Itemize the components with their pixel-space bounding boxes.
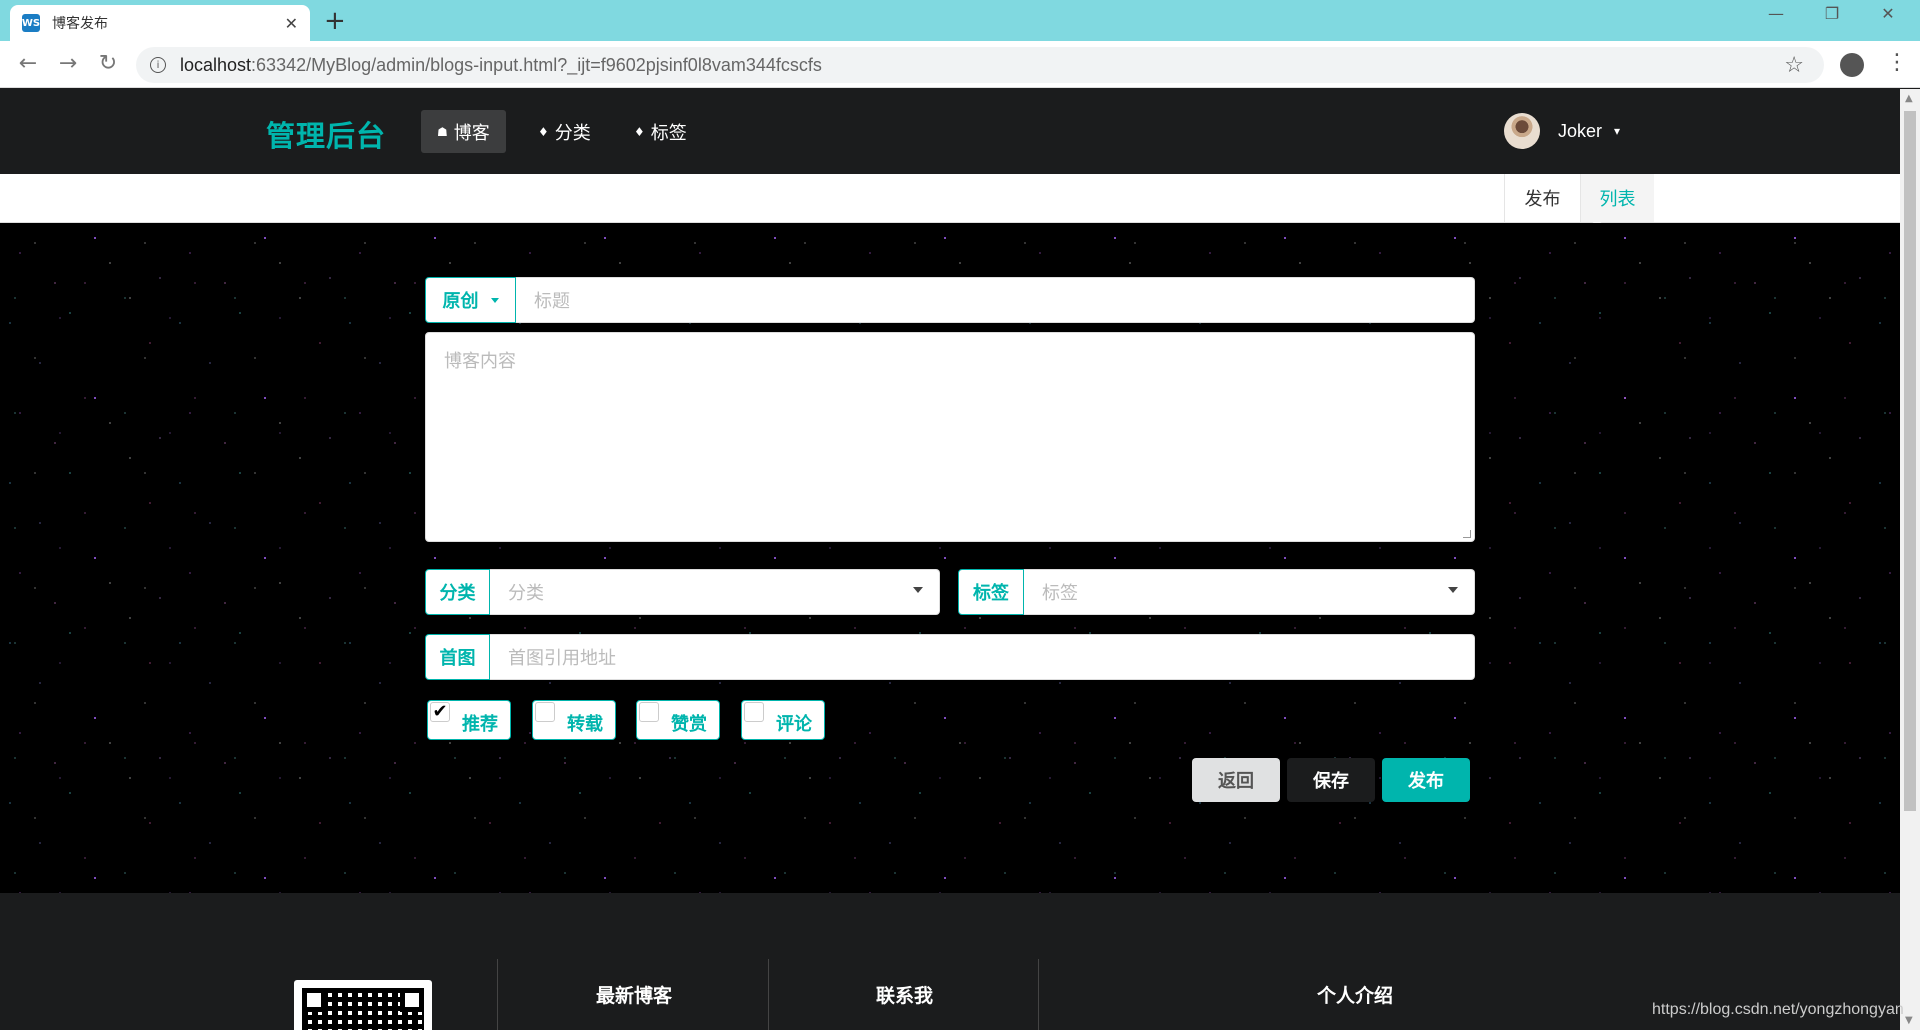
user-dropdown[interactable]: Joker ▾ [1504,113,1620,149]
tab-close-icon[interactable]: ✕ [285,14,298,33]
tab-publish[interactable]: 发布 [1504,174,1580,222]
forward-arrow-icon[interactable]: → [54,51,82,76]
csdn-watermark: https://blog.csdn.net/yongzhongyan [1652,1001,1904,1018]
content-textarea[interactable]: 博客内容 [425,332,1475,542]
starfield-background [0,223,1900,893]
back-arrow-icon[interactable]: ← [14,51,42,76]
cover-url-input[interactable]: 首图引用地址 [490,634,1475,680]
scroll-up-icon[interactable]: ▲ [1905,93,1913,104]
window-close-icon[interactable]: ✕ [1868,4,1908,23]
nav-item-label: 博客 [453,122,490,144]
page-scrollbar[interactable]: ▲ ▼ [1900,89,1920,1030]
nav-item-label: 标签 [650,122,687,144]
checkbox-square-icon[interactable] [639,702,659,722]
category-tag-row: 分类 分类 标签 标签 [425,569,1475,615]
checkbox-label: 评论 [776,714,812,735]
user-name: Joker [1558,120,1603,141]
brand-title[interactable]: 管理后台 [266,113,386,155]
secondary-menu: 发布 列表 [0,174,1900,223]
tag-select[interactable]: 标签 [1024,569,1475,615]
url-host: localhost [180,54,252,75]
footer-divider [1038,959,1039,1030]
type-dropdown[interactable]: 原创 [425,277,516,323]
checkbox-recommend[interactable]: ✔ 推荐 [427,700,511,740]
resize-handle-icon[interactable] [1463,530,1471,538]
title-input[interactable]: 标题 [516,277,1475,323]
tab-list[interactable]: 列表 [1580,174,1654,222]
footer-latest-heading: 最新博客 [596,985,673,1007]
address-bar: ← → ↻ i localhost:63342/MyBlog/admin/blo… [0,41,1920,88]
avatar [1504,113,1540,149]
footer-divider [497,959,498,1030]
save-button[interactable]: 保存 [1287,758,1375,802]
site-navbar: 管理后台 ☗ 博客 ♦ 分类 ♦ 标签 Joker ▾ [0,89,1900,174]
category-placeholder: 分类 [508,583,544,604]
nav-item-label: 分类 [554,122,591,144]
action-row [425,847,1475,891]
tag-label: 标签 [958,569,1024,615]
tag-placeholder: 标签 [1042,583,1078,604]
caret-down-icon: ▾ [1614,124,1621,138]
browser-tab[interactable]: WS 博客发布 ✕ [10,5,310,41]
cover-label: 首图 [425,634,490,680]
category-label: 分类 [425,569,490,615]
url-input[interactable]: i localhost:63342/MyBlog/admin/blogs-inp… [136,47,1824,83]
new-tab-icon[interactable]: + [324,6,346,36]
nav-item-category[interactable]: ♦ 分类 [522,110,607,153]
type-label: 原创 [442,291,479,312]
reload-icon[interactable]: ↻ [94,51,122,76]
nav-item-tags[interactable]: ♦ 标签 [618,110,703,153]
url-path: :63342/MyBlog/admin/blogs-input.html?_ij… [251,54,822,75]
footer-divider [768,959,769,1030]
checkbox-label: 赞赏 [671,714,707,735]
checkbox-comments[interactable]: 评论 [741,700,825,740]
footer-about-heading: 个人介绍 [1317,985,1394,1007]
scroll-down-icon[interactable]: ▼ [1905,1015,1913,1026]
qr-code-image [294,980,432,1030]
idea-icon: ♦ [538,124,549,139]
browser-menu-icon[interactable]: ⋮ [1886,50,1908,75]
browser-tab-strip: WS 博客发布 ✕ + — ❐ ✕ [0,0,1920,41]
tags-icon: ♦ [634,124,645,139]
scroll-thumb[interactable] [1904,111,1916,811]
content-placeholder: 博客内容 [444,351,516,372]
back-button[interactable]: 返回 [1192,758,1280,802]
publish-button[interactable]: 发布 [1382,758,1470,802]
dropdown-arrow-icon [490,297,499,303]
nav-item-blog[interactable]: ☗ 博客 [421,110,506,153]
home-icon: ☗ [437,124,448,139]
cover-row: 首图 首图引用地址 [425,634,1475,680]
check-icon[interactable]: ✔ [430,702,450,722]
qr-corner [302,988,326,1012]
checkbox-square-icon[interactable] [535,702,555,722]
options-row: ✔ 推荐 转载 赞赏 评论 [425,700,1475,740]
checkbox-square-icon[interactable] [744,702,764,722]
checkbox-label: 转载 [567,714,603,735]
webstorm-favicon-icon: WS [22,14,40,32]
qr-corner [400,988,424,1012]
checkbox-label: 推荐 [462,714,498,735]
category-select[interactable]: 分类 [490,569,940,615]
title-row: 原创 标题 [425,277,1475,323]
site-footer: 最新博客 联系我 个人介绍 [0,893,1900,1030]
dropdown-arrow-icon [913,587,923,593]
bookmark-star-icon[interactable]: ☆ [1784,53,1804,78]
account-icon[interactable] [1840,53,1864,77]
dropdown-arrow-icon [1448,587,1458,593]
checkbox-repost[interactable]: 转载 [532,700,616,740]
tab-title: 博客发布 [52,16,108,32]
restore-icon[interactable]: ❐ [1812,4,1852,23]
checkbox-appreciation[interactable]: 赞赏 [636,700,720,740]
page-viewport: 管理后台 ☗ 博客 ♦ 分类 ♦ 标签 Joker ▾ 发布 列表 原创 标题 … [0,89,1900,1030]
minimize-icon[interactable]: — [1756,4,1796,23]
footer-contact-heading: 联系我 [876,985,934,1007]
info-icon[interactable]: i [150,57,166,73]
